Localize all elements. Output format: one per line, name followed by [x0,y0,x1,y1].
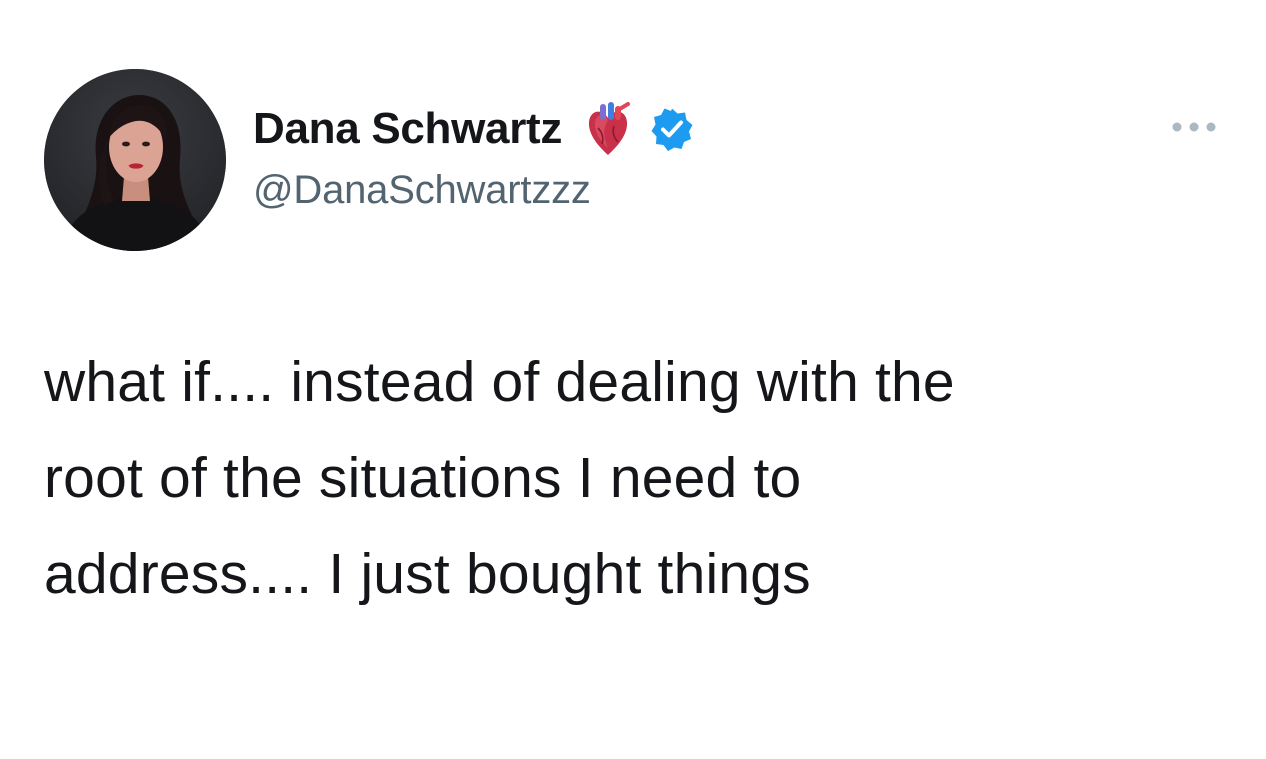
more-options-button[interactable] [1168,110,1220,144]
ellipsis-icon [1172,122,1216,132]
tweet-card: Dana Schwartz @DanaSchwartzzz what if...… [0,0,1266,759]
author-name-row: Dana Schwartz [253,98,694,160]
display-name[interactable]: Dana Schwartz [253,104,562,154]
avatar[interactable] [44,69,226,251]
author-handle[interactable]: @DanaSchwartzzz [253,168,694,213]
avatar-photo [44,69,226,251]
verified-badge-icon[interactable] [650,107,694,151]
author-identity: Dana Schwartz @DanaSchwartzzz [253,98,694,213]
anatomical-heart-icon [584,100,632,158]
tweet-text: what if.... instead of dealing with the … [44,350,955,606]
